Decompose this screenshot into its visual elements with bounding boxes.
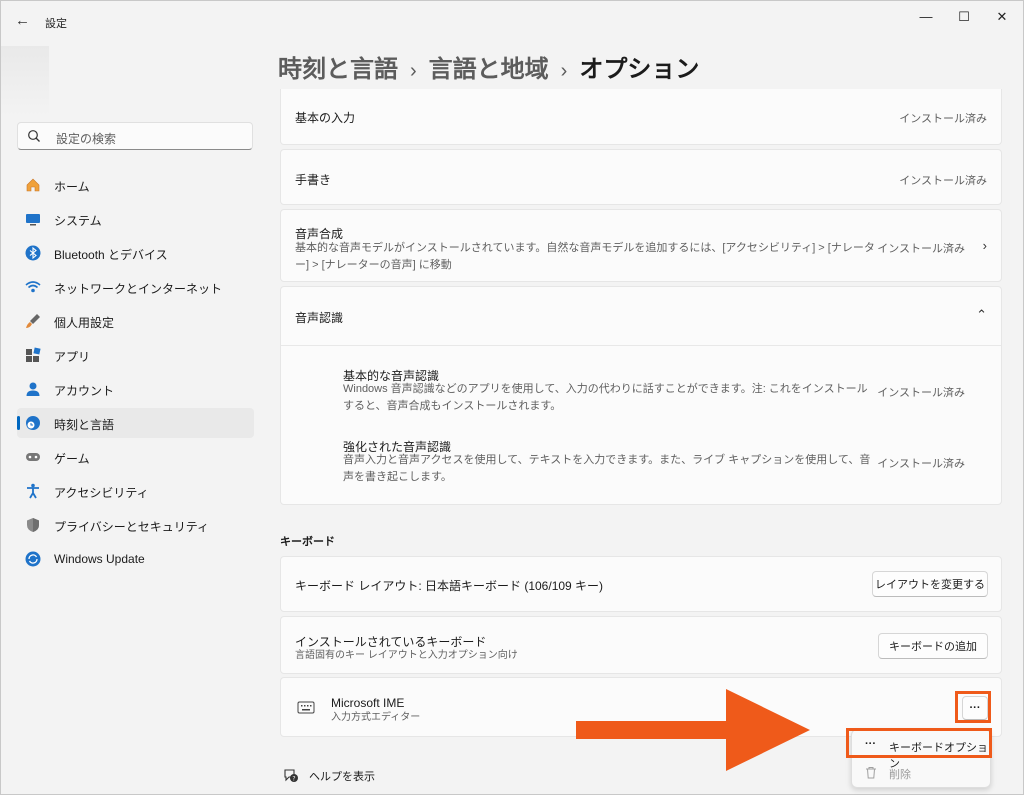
add-keyboard-button[interactable]: キーボードの追加 (878, 633, 988, 659)
divider (281, 345, 1001, 346)
accessibility-icon (27, 483, 39, 499)
sidebar-item-label: システム (54, 214, 102, 228)
home-icon (26, 178, 40, 192)
help-icon: ? (284, 769, 298, 783)
help-label: ヘルプを表示 (309, 771, 375, 783)
search-icon (28, 130, 40, 142)
sidebar-item-accessibility[interactable]: アクセシビリティ (17, 476, 254, 506)
highlight-box-more-button (955, 691, 991, 723)
arrow-icon (576, 689, 810, 771)
keyboard-icon (297, 701, 315, 714)
keyboard-name: Microsoft IME (331, 696, 405, 710)
sidebar-item-privacy[interactable]: プライバシーとセキュリティ (17, 510, 254, 540)
sidebar-item-windows-update[interactable]: Windows Update (17, 544, 254, 574)
speech-recognition-header[interactable]: 音声認識 ⌃ (281, 287, 1001, 345)
keyboard-description: 入力方式エディター (331, 712, 421, 723)
svg-text:?: ? (292, 776, 295, 783)
change-layout-button[interactable]: レイアウトを変更する (872, 571, 988, 597)
sidebar-item-label: アクセシビリティ (54, 486, 149, 500)
menu-item-label: 削除 (889, 769, 911, 781)
apps-icon (26, 347, 41, 362)
feature-handwriting: 手書き インストール済み (280, 149, 1002, 205)
sub-feature-description: Windows 音声認識などのアプリを使用して、入力の代わりに話すことができます… (343, 383, 868, 412)
wifi-icon (25, 281, 41, 293)
feature-title: 基本の入力 (295, 111, 356, 125)
feature-speech-recognition: 音声認識 ⌃ 基本的な音声認識 Windows 音声認識などのアプリを使用して、… (280, 286, 1002, 505)
highlight-box-keyboard-options (846, 728, 992, 758)
breadcrumb-language-region[interactable]: 言語と地域 (429, 56, 549, 83)
breadcrumb: 時刻と言語 › 言語と地域 › オプション (278, 49, 699, 84)
sidebar-item-label: アプリ (54, 350, 91, 364)
account-icon (26, 382, 40, 396)
sidebar-item-accounts[interactable]: アカウント (17, 374, 254, 404)
sidebar-item-label: ゲーム (54, 452, 90, 466)
update-icon (25, 551, 41, 567)
search-box[interactable]: 設定の検索 (17, 122, 253, 150)
menu-item-remove: 削除 (852, 761, 990, 785)
sidebar-item-network[interactable]: ネットワークとインターネット (17, 272, 254, 302)
sidebar-item-label: 時刻と言語 (54, 418, 115, 432)
trash-icon (866, 767, 876, 779)
sub-feature-description: 音声入力と音声アクセスを使用して、テキストを入力できます。また、ライブ キャプシ… (343, 454, 871, 483)
sidebar-item-personalization[interactable]: 個人用設定 (17, 306, 254, 336)
maximize-icon[interactable]: ☐ (949, 7, 979, 27)
chevron-up-icon: ⌃ (976, 307, 987, 322)
feature-text-to-speech[interactable]: 音声合成 基本的な音声モデルがインストールされています。自然な音声モデルを追加す… (280, 209, 1002, 282)
installed-keyboards-description: 言語固有のキー レイアウトと入力オプション向け (295, 650, 518, 661)
sidebar-item-label: ホーム (54, 180, 90, 194)
user-picture-area (1, 46, 49, 116)
keyboard-section-heading: キーボード (280, 536, 335, 548)
sidebar-item-label: プライバシーとセキュリティ (54, 520, 210, 534)
page-title: オプション (579, 56, 700, 83)
shield-icon (27, 518, 39, 532)
installed-keyboards-card: インストールされているキーボード 言語固有のキー レイアウトと入力オプション向け… (280, 616, 1002, 674)
sidebar-item-label: Windows Update (54, 552, 145, 566)
sidebar-item-gaming[interactable]: ゲーム (17, 442, 254, 472)
keyboard-layout-card: キーボード レイアウト: 日本語キーボード (106/109 キー) レイアウト… (280, 556, 1002, 612)
back-arrow-icon[interactable]: ← (15, 13, 31, 29)
sidebar-item-apps[interactable]: アプリ (17, 340, 254, 370)
breadcrumb-time-language[interactable]: 時刻と言語 (278, 56, 398, 83)
system-icon (26, 214, 40, 226)
selection-indicator (17, 416, 20, 430)
feature-status: インストール済み (899, 175, 987, 187)
sub-feature-status: インストール済み (877, 458, 965, 470)
time-language-icon (26, 416, 40, 430)
settings-window: ← 設定 — ☐ ✕ 設定の検索 ホーム システム Bluetooth とデバイ… (0, 0, 1024, 795)
bluetooth-icon (25, 245, 41, 261)
sidebar-item-label: 個人用設定 (54, 316, 115, 330)
feature-description: 基本的な音声モデルがインストールされています。自然な音声モデルを追加するには、[… (295, 242, 875, 271)
sub-feature-status: インストール済み (877, 387, 965, 399)
sidebar-item-home[interactable]: ホーム (17, 170, 254, 200)
feature-status: インストール済み (899, 113, 987, 125)
feature-title: 手書き (295, 173, 332, 187)
sidebar-item-time-language[interactable]: 時刻と言語 (17, 408, 254, 438)
sidebar-item-label: Bluetooth とデバイス (54, 248, 168, 262)
chevron-right-icon: › (982, 238, 987, 253)
minimize-icon[interactable]: — (911, 7, 941, 27)
sidebar-item-label: アカウント (54, 384, 115, 398)
sidebar-item-bluetooth[interactable]: Bluetooth とデバイス (17, 238, 254, 268)
breadcrumb-separator: › (560, 60, 568, 82)
title-bar: ← 設定 — ☐ ✕ (1, 1, 1023, 41)
keyboard-layout-label: キーボード レイアウト: 日本語キーボード (106/109 キー) (295, 579, 604, 593)
sidebar-item-system[interactable]: システム (17, 204, 254, 234)
search-placeholder: 設定の検索 (56, 132, 117, 146)
feature-status: インストール済み (877, 243, 965, 255)
sidebar-item-label: ネットワークとインターネット (54, 282, 223, 296)
brush-icon (26, 314, 40, 328)
gamepad-icon (26, 453, 40, 461)
feature-basic-input: 基本の入力 インストール済み (280, 89, 1002, 145)
app-title: 設定 (45, 18, 67, 30)
close-icon[interactable]: ✕ (987, 7, 1017, 27)
feature-title: 音声認識 (295, 311, 344, 325)
breadcrumb-separator: › (410, 60, 417, 82)
